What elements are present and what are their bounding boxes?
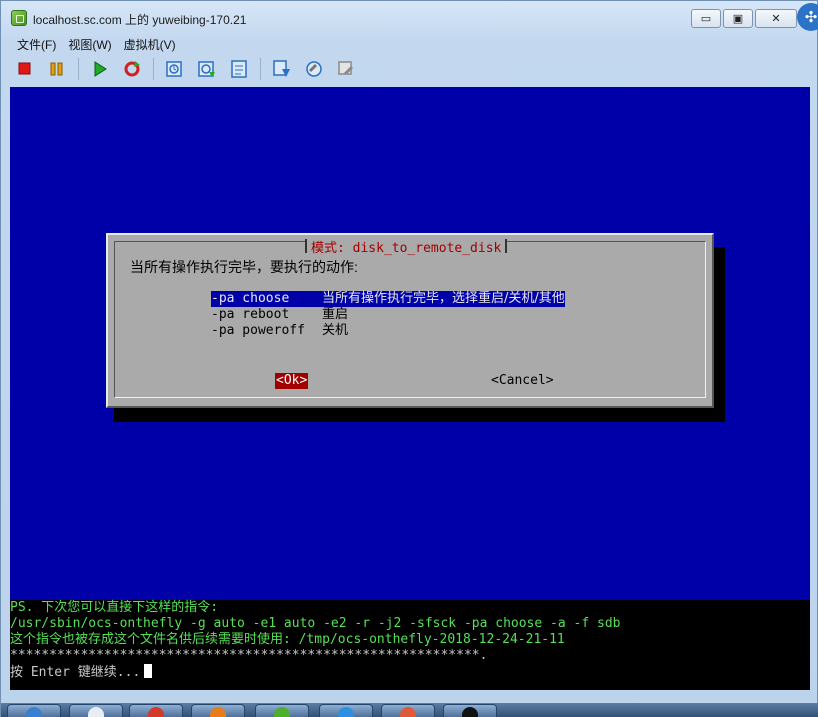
suspend-button[interactable] [43,56,71,82]
power-off-button[interactable] [11,56,39,82]
power-on-button[interactable] [86,56,114,82]
vm-console-screen[interactable]: 模式: disk_to_remote_disk 当所有操作执行完毕，要执行的动作… [10,87,810,690]
window-title: localhost.sc.com 上的 yuweibing-170.21 [33,11,246,28]
browser-icon [148,707,164,717]
option-choose[interactable]: -pa choose 当所有操作执行完毕，选择重启/关机/其他 [211,291,565,307]
taskbar-button[interactable] [129,704,183,717]
play-icon [93,61,107,77]
taskbar-button[interactable] [255,704,309,717]
menu-view[interactable]: 视图(W) [66,35,113,53]
terminal-line: 这个指令也被存成这个文件名供后续需要时使用: /tmp/ocs-onthefly… [10,632,565,648]
take-snapshot-button[interactable] [161,56,189,82]
taskbar-button[interactable] [69,704,123,717]
option-key: -pa choose [211,291,322,307]
taskbar-button[interactable] [381,704,435,717]
taskbar-button[interactable] [7,704,61,717]
option-poweroff[interactable]: -pa poweroff 关机 [211,323,565,339]
text-cursor [144,664,152,678]
menu-vm[interactable]: 虚拟机(V) [122,35,178,53]
ok-button[interactable]: <Ok> [275,373,308,389]
menu-bar: 文件(F) 视图(W) 虚拟机(V) [15,35,178,53]
configure-icon [336,59,356,79]
toolbar-separator [78,58,79,80]
app-4-icon [210,707,226,717]
stop-icon [18,62,32,76]
pause-icon [50,62,64,76]
vsphere-app-icon [11,10,27,26]
taskbar-button[interactable] [319,704,373,717]
manage-snapshot-icon [229,59,249,79]
configure-button[interactable] [332,56,360,82]
vm-settings-button[interactable] [268,56,296,82]
option-key: -pa reboot [211,307,322,323]
revert-snapshot-button[interactable] [193,56,221,82]
reset-button[interactable] [118,56,146,82]
dialog-prompt: 当所有操作执行完毕，要执行的动作: [130,257,358,277]
terminal-prompt-line: 按 Enter 键继续... [10,664,152,681]
reset-icon [123,60,141,78]
vm-settings-icon [272,59,292,79]
guest-tools-button[interactable] [300,56,328,82]
toolbar-separator [153,58,154,80]
terminal-line: /usr/sbin/ocs-onthefly -g auto -e1 auto … [10,616,620,632]
app-2-icon [88,707,104,717]
app-6-icon [338,707,354,717]
menu-file[interactable]: 文件(F) [15,35,58,53]
terminal-line: ****************************************… [10,648,487,664]
dialog-title: 模式: disk_to_remote_disk [305,237,507,256]
window-controls: ▭ ▣ ✕ [691,9,797,28]
snapshot-icon [165,59,185,79]
option-list: -pa choose 当所有操作执行完毕，选择重启/关机/其他 -pa rebo… [211,291,565,339]
taskbar [1,703,818,717]
option-description: 当所有操作执行完毕，选择重启/关机/其他 [322,291,565,307]
menu-dialog: 模式: disk_to_remote_disk 当所有操作执行完毕，要执行的动作… [106,233,714,408]
app-7-icon [400,707,416,717]
minimize-button[interactable]: ▭ [691,9,721,28]
close-button[interactable]: ✕ [755,9,797,28]
terminal-icon [462,707,478,717]
cancel-button[interactable]: <Cancel> [491,373,554,389]
maximize-button[interactable]: ▣ [723,9,753,28]
taskbar-button[interactable] [191,704,245,717]
snapshot-manager-button[interactable] [225,56,253,82]
option-description: 关机 [322,323,348,339]
start-icon [26,707,42,717]
option-description: 重启 [322,307,348,323]
option-key: -pa poweroff [211,323,322,339]
terminal-output: PS. 下次您可以直接下这样的指令: /usr/sbin/ocs-onthefl… [10,600,810,690]
overlay-badge-icon[interactable]: ✣ [797,3,818,31]
dialog-frame: 模式: disk_to_remote_disk 当所有操作执行完毕，要执行的动作… [114,241,706,398]
terminal-line: PS. 下次您可以直接下这样的指令: [10,600,218,616]
toolbar-separator [260,58,261,80]
option-reboot[interactable]: -pa reboot 重启 [211,307,565,323]
guest-tools-icon [304,59,324,79]
toolbar [11,55,360,83]
title-bar[interactable]: localhost.sc.com 上的 yuweibing-170.21 ▭ ▣… [1,1,818,35]
terminal-prompt-text: 按 Enter 键继续... [10,665,140,680]
vm-icon [274,707,290,717]
vm-console-window: localhost.sc.com 上的 yuweibing-170.21 ▭ ▣… [0,0,818,717]
taskbar-button[interactable] [443,704,497,717]
revert-snapshot-icon [197,59,217,79]
